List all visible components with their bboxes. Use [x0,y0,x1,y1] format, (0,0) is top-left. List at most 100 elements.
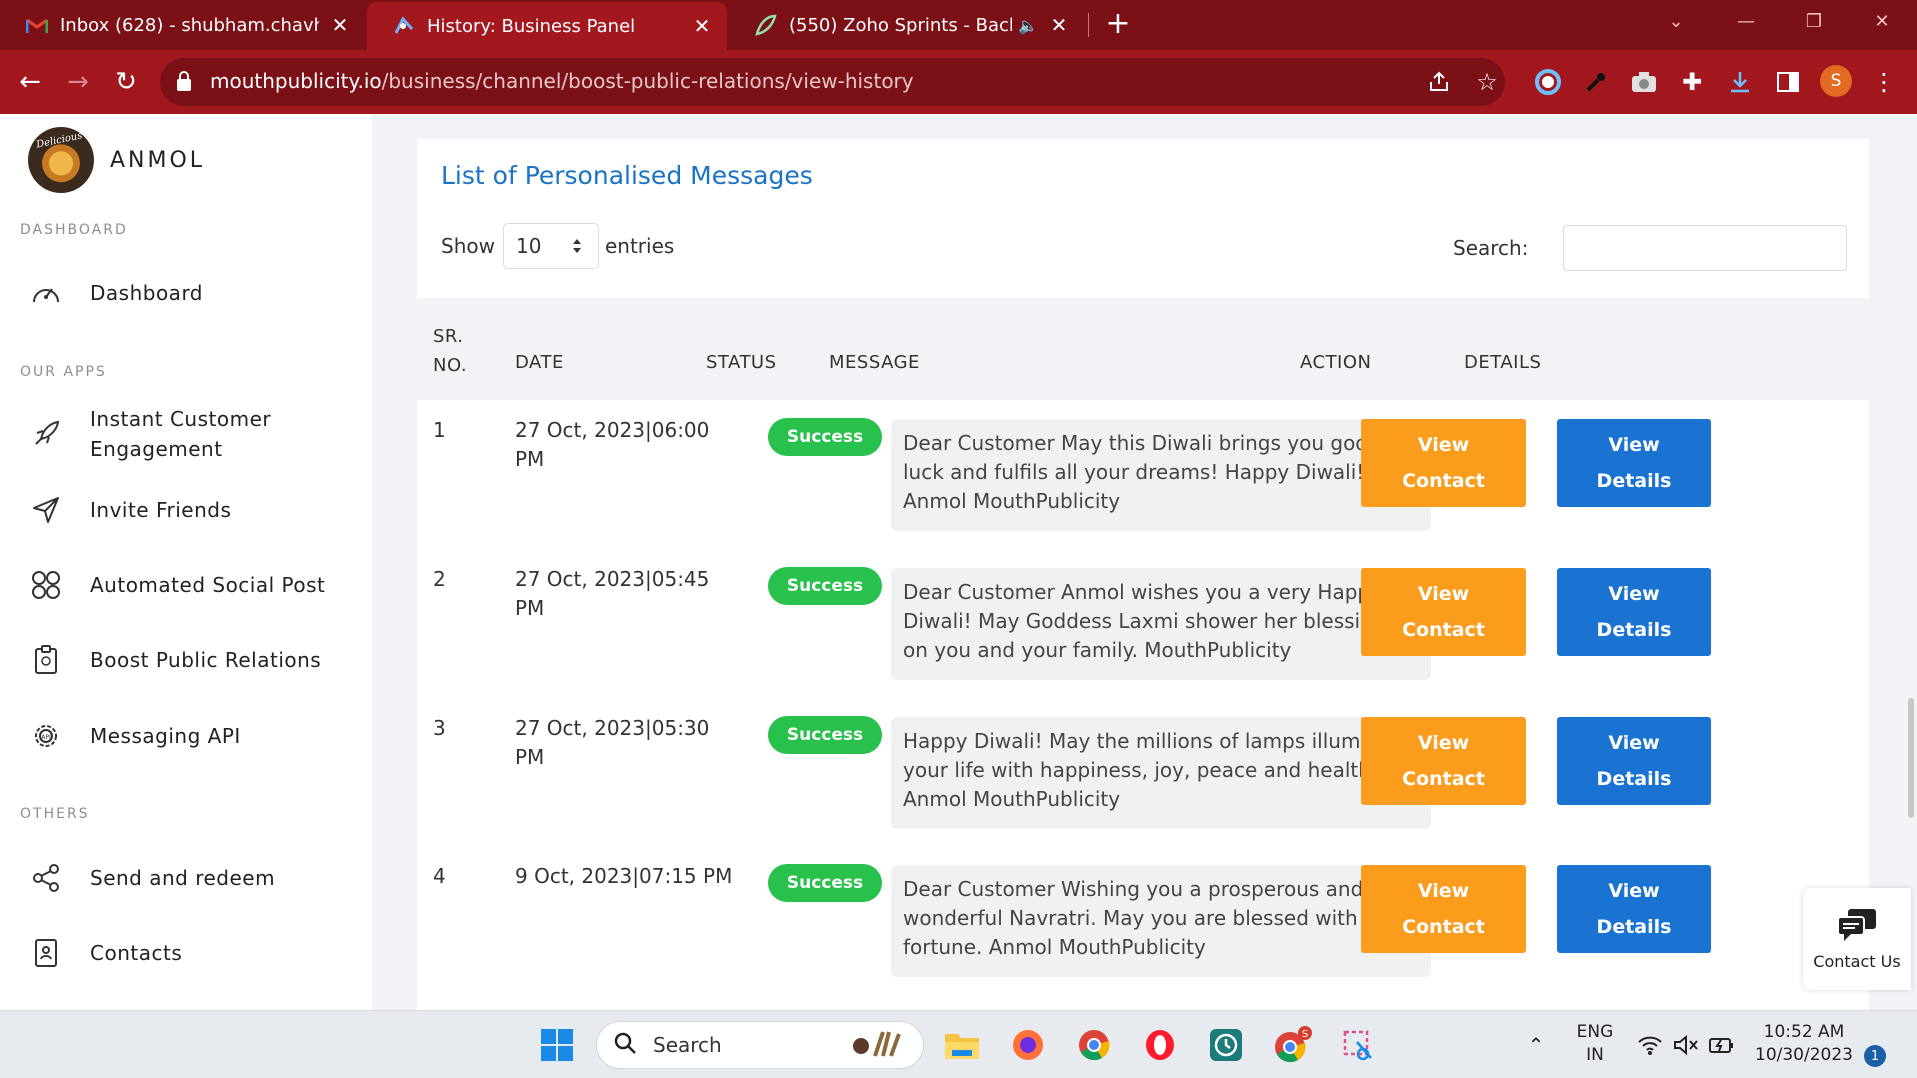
contact-book-icon [28,935,64,971]
bookmark-star-icon[interactable]: ☆ [1473,68,1501,96]
taskbar-search-placeholder: Search [653,1033,722,1057]
minimize-button[interactable]: — [1716,0,1776,42]
extensions-puzzle-icon[interactable]: ✚ [1674,64,1710,100]
language-line2: IN [1586,1045,1604,1065]
chrome-profile-icon[interactable]: S [1272,1025,1312,1065]
sidebar-item-contacts[interactable]: Contacts [28,935,358,971]
view-contact-button[interactable]: View Contact [1361,865,1526,953]
new-tab-button[interactable]: + [1100,6,1136,42]
column-header-status[interactable]: STATUS [706,352,777,373]
chat-bubbles-icon [1836,908,1878,946]
row-sr-no: 1 [433,418,446,442]
clock-app-icon[interactable] [1206,1025,1246,1065]
column-header-date[interactable]: DATE [515,352,564,373]
input-language-indicator[interactable]: ENG IN [1572,1021,1618,1067]
clock-time: 10:52 AM [1763,1022,1845,1042]
show-hidden-icons-chevron[interactable]: ⌃ [1516,1025,1556,1065]
restore-button[interactable]: ❐ [1784,0,1844,42]
main-content: List of Personalised Messages Show 10 en… [372,114,1917,1010]
side-panel-icon[interactable] [1770,64,1806,100]
sidebar-item-messaging-api[interactable]: API Messaging API [28,718,358,754]
page-scrollbar[interactable] [1908,698,1914,818]
row-date: 27 Oct, 2023|05:45 PM [515,565,715,623]
sidebar-item-label: Instant Customer Engagement [90,407,272,461]
entries-per-page-select[interactable]: 10 [502,223,599,269]
status-badge: Success [768,567,882,605]
brand[interactable]: Delicious ANMOL [28,127,205,193]
color-picker-extension-icon[interactable] [1530,64,1566,100]
firefox-icon[interactable] [1008,1025,1048,1065]
address-bar[interactable]: mouthpublicity.io/business/channel/boost… [160,58,1505,106]
reload-button[interactable]: ↻ [108,64,144,100]
tab-zoho-sprints[interactable]: (550) Zoho Sprints - Backlog 🔈 ✕ [729,0,1084,50]
row-date-line2: PM [515,745,545,769]
clock-date: 10/30/2023 [1755,1045,1853,1065]
row-sr-no: 2 [433,567,446,591]
column-header-message[interactable]: MESSAGE [829,352,920,373]
column-header-details[interactable]: DETAILS [1464,352,1541,373]
view-contact-button[interactable]: View Contact [1361,419,1526,507]
battery-charging-icon[interactable] [1702,1025,1742,1065]
view-contact-button[interactable]: View Contact [1361,568,1526,656]
url-path: /business/channel/boost-public-relations… [381,69,914,93]
brand-logo: Delicious [28,127,94,193]
button-label-line1: View [1417,434,1470,456]
snipping-tool-icon[interactable] [1338,1025,1378,1065]
chrome-icon[interactable] [1074,1025,1114,1065]
window-close-button[interactable]: ✕ [1852,0,1912,42]
status-badge: Success [768,716,882,754]
row-date-line2: PM [515,447,545,471]
column-header-sr-no[interactable]: SR. NO. [433,322,467,380]
kebab-menu-icon[interactable]: ⋮ [1866,64,1902,100]
notification-count-badge[interactable]: 1 [1864,1045,1886,1067]
column-header-sr-line1: SR. [433,326,464,347]
close-icon[interactable]: ✕ [1048,13,1070,37]
length-menu-suffix: entries [604,234,675,258]
tab-title: Inbox (628) - shubham.chavhan@ [60,14,319,36]
tab-search-chevron-icon[interactable]: ⌄ [1646,0,1706,42]
share-icon[interactable] [1425,68,1453,96]
volume-muted-icon[interactable] [1666,1025,1706,1065]
profile-avatar[interactable]: S [1820,65,1852,97]
entries-per-page-value: 10 [515,234,542,258]
search-input[interactable] [1563,225,1847,271]
speaker-icon[interactable]: 🔈 [1018,16,1038,35]
view-contact-button[interactable]: View Contact [1361,717,1526,805]
windows-start-icon[interactable] [537,1025,577,1065]
button-label-line1: View [1417,880,1470,902]
taskbar-search-box[interactable]: Search [596,1021,924,1069]
back-button[interactable]: ← [12,64,48,100]
camera-extension-icon[interactable] [1626,64,1662,100]
wifi-icon[interactable] [1630,1025,1670,1065]
sidebar-item-send-and-redeem[interactable]: Send and redeem [28,860,358,896]
tab-history-business-panel[interactable]: History: Business Panel ✕ [367,2,727,50]
download-icon[interactable] [1722,64,1758,100]
view-details-button[interactable]: View Details [1557,568,1711,656]
close-icon[interactable]: ✕ [691,14,713,38]
system-clock[interactable]: 10:52 AM 10/30/2023 [1754,1021,1854,1067]
view-details-button[interactable]: View Details [1557,717,1711,805]
contact-us-widget[interactable]: Contact Us [1803,888,1911,990]
zoho-sprints-icon [755,14,777,36]
tab-gmail[interactable]: Inbox (628) - shubham.chavhan@ ✕ [0,0,365,50]
table-row: 1 27 Oct, 2023|06:00 PM Success Dear Cus… [417,400,1869,548]
sidebar-item-instant-customer-engagement[interactable]: Instant Customer Engagement [28,404,328,464]
sidebar-item-dashboard[interactable]: Dashboard [28,275,358,311]
sidebar-item-automated-social-post[interactable]: Automated Social Post [28,567,358,603]
eyedropper-extension-icon[interactable] [1578,64,1614,100]
view-details-button[interactable]: View Details [1557,865,1711,953]
file-explorer-icon[interactable] [942,1025,982,1065]
view-details-button[interactable]: View Details [1557,419,1711,507]
api-gear-icon: API [28,718,64,754]
close-icon[interactable]: ✕ [329,13,351,37]
row-date-line2: PM [515,596,545,620]
opera-icon[interactable] [1140,1025,1180,1065]
row-date: 9 Oct, 2023|07:15 PM [515,862,735,891]
tab-title: (550) Zoho Sprints - Backlog [789,14,1012,36]
column-header-action[interactable]: ACTION [1300,352,1372,373]
sidebar-item-boost-public-relations[interactable]: Boost Public Relations [28,642,358,678]
lock-icon[interactable] [176,70,192,96]
forward-button[interactable]: → [60,64,96,100]
sidebar-item-invite-friends[interactable]: Invite Friends [28,492,358,528]
sidebar: Delicious ANMOL DASHBOARD Dashboard OUR … [0,114,372,1010]
